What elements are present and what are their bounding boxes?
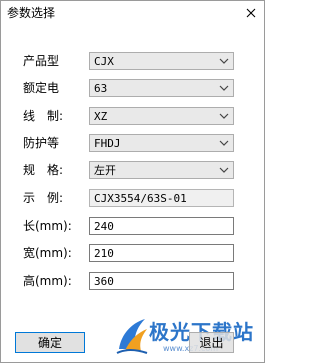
height-input[interactable]: 360 [89,272,234,290]
aurora-logo-icon [116,319,148,354]
wiring-label: 线 制: [23,109,64,123]
width-input[interactable]: 210 [89,244,234,262]
chevron-down-icon [219,85,229,91]
length-input[interactable]: 240 [89,217,234,235]
wiring-value: XZ [94,110,108,123]
protection-label: 防护等 [23,136,60,150]
spec-label: 规 格: [23,163,64,177]
example-value: CJX3554/63S-01 [94,192,187,205]
example-field: CJX3554/63S-01 [89,189,234,207]
length-value: 240 [94,220,114,233]
window-title: 参数选择 [7,6,56,20]
product-type-value: CJX [94,55,114,68]
product-type-label: 产品型 [23,54,60,68]
parameter-dialog: 参数选择 产品型 CJX 额定电 63 线 制: XZ 防护等 FHDJ 规 格… [0,0,265,363]
chevron-down-icon [219,140,229,146]
protection-value: FHDJ [94,137,121,150]
close-button[interactable] [240,2,262,24]
height-label: 高(mm): [23,274,72,288]
spec-select[interactable]: 左开 [89,161,234,179]
wiring-select[interactable]: XZ [89,107,234,125]
chevron-down-icon [219,58,229,64]
spec-value: 左开 [94,164,116,177]
title-bar: 参数选择 [1,1,264,26]
width-value: 210 [94,247,114,260]
chevron-down-icon [219,167,229,173]
length-label: 长(mm): [23,219,72,233]
example-label: 示 例: [23,191,64,205]
height-value: 360 [94,275,114,288]
chevron-down-icon [219,113,229,119]
product-type-select[interactable]: CJX [89,52,234,70]
protection-select[interactable]: FHDJ [89,134,234,152]
ok-button[interactable]: 确定 [15,332,85,353]
width-label: 宽(mm): [23,246,72,260]
exit-button[interactable]: 退出 [189,332,234,353]
close-icon [246,8,256,18]
rated-current-select[interactable]: 63 [89,79,234,97]
rated-current-value: 63 [94,82,108,95]
rated-current-label: 额定电 [23,81,60,95]
